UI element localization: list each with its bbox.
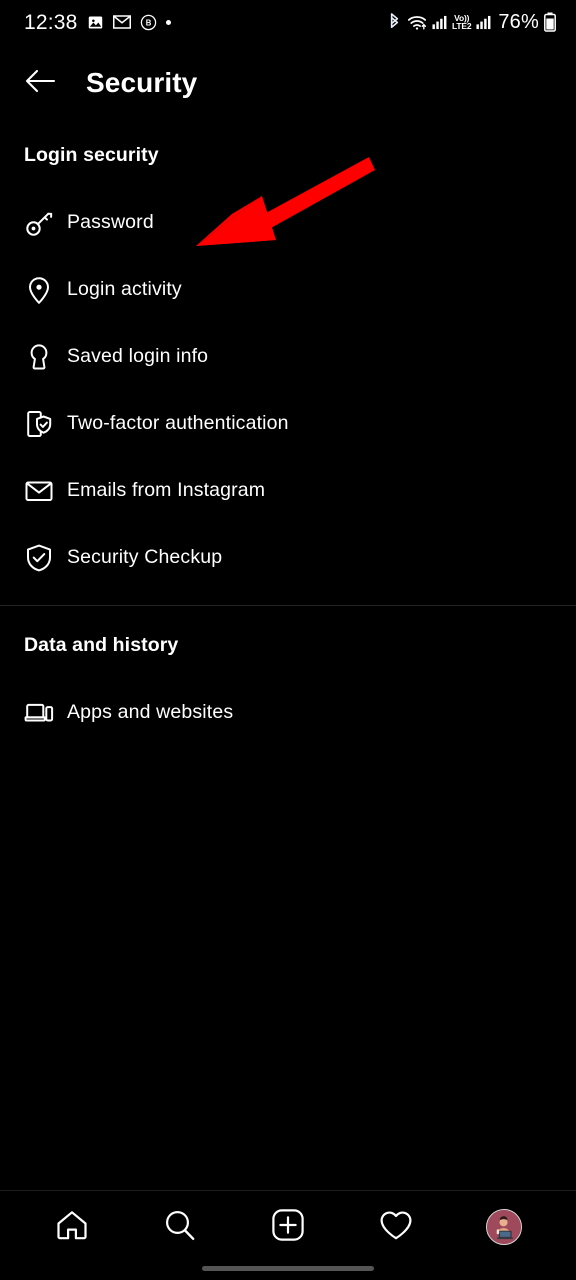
lte2-label: LTE2 xyxy=(452,21,472,31)
nav-activity-button[interactable] xyxy=(366,1197,426,1257)
envelope-icon xyxy=(24,476,54,506)
nav-home-button[interactable] xyxy=(42,1197,102,1257)
sidebar-item-login-activity[interactable]: Login activity xyxy=(0,256,576,323)
bottom-navigation-bar xyxy=(0,1190,576,1280)
volte-lte2-icon: Vo)) LTE2 xyxy=(452,14,472,31)
status-bar-clock: 12:38 xyxy=(24,10,78,34)
back-arrow-icon xyxy=(24,68,56,99)
sidebar-item-label: Two-factor authentication xyxy=(67,412,289,434)
heart-icon xyxy=(379,1209,413,1246)
sidebar-item-saved-login-info[interactable]: Saved login info xyxy=(0,323,576,390)
circled-b-icon: B xyxy=(140,14,157,31)
add-post-icon xyxy=(271,1208,305,1247)
status-bar-right: Vo)) LTE2 76% xyxy=(387,11,556,34)
sidebar-item-password[interactable]: Password xyxy=(0,189,576,256)
search-icon xyxy=(163,1208,197,1247)
wifi-icon xyxy=(407,14,427,31)
home-indicator xyxy=(202,1266,374,1271)
nav-search-button[interactable] xyxy=(150,1197,210,1257)
dot-icon xyxy=(165,19,171,25)
keyhole-icon xyxy=(24,342,54,372)
sidebar-item-label: Saved login info xyxy=(67,345,209,367)
section-title-data-and-history: Data and history xyxy=(24,634,179,656)
signal-bars-icon xyxy=(432,15,447,30)
section-data-and-history: Data and history Apps and websites xyxy=(0,605,576,746)
back-button[interactable] xyxy=(12,55,68,111)
home-icon xyxy=(55,1208,89,1247)
mail-icon xyxy=(112,15,131,29)
nav-profile-button[interactable] xyxy=(474,1197,534,1257)
status-bar-left: 12:38 B xyxy=(24,12,171,33)
sidebar-item-label: Login activity xyxy=(67,278,182,300)
sidebar-item-two-factor-authentication[interactable]: Two-factor authentication xyxy=(0,390,576,457)
location-pin-icon xyxy=(24,275,54,305)
bluetooth-icon xyxy=(387,12,402,32)
sidebar-item-security-checkup[interactable]: Security Checkup xyxy=(0,524,576,591)
battery-percent-label: 76% xyxy=(498,10,539,33)
photos-icon xyxy=(87,14,104,31)
page-title: Security xyxy=(86,67,198,98)
security-settings-screen: 12:38 B Vo)) LTE2 76% Security Login sec… xyxy=(0,0,576,1280)
settings-list: Login security Password Login activity S… xyxy=(0,122,576,746)
sidebar-item-label: Emails from Instagram xyxy=(67,479,266,501)
nav-create-button[interactable] xyxy=(258,1197,318,1257)
profile-avatar xyxy=(486,1209,522,1245)
section-title-login-security: Login security xyxy=(24,144,159,166)
signal-bars-2-icon xyxy=(476,15,491,30)
sidebar-item-apps-and-websites[interactable]: Apps and websites xyxy=(0,679,576,746)
shield-check-icon xyxy=(24,543,54,573)
sidebar-item-label: Apps and websites xyxy=(67,701,234,723)
sidebar-item-emails-from-instagram[interactable]: Emails from Instagram xyxy=(0,457,576,524)
laptop-phone-icon xyxy=(24,698,54,728)
section-login-security: Login security Password Login activity S… xyxy=(0,122,576,591)
sidebar-item-label: Security Checkup xyxy=(67,546,223,568)
key-icon xyxy=(24,208,54,238)
page-header: Security xyxy=(0,44,576,122)
status-bar: 12:38 B Vo)) LTE2 76% xyxy=(0,0,576,44)
svg-text:B: B xyxy=(145,18,151,27)
sidebar-item-label: Password xyxy=(67,211,154,233)
battery-icon xyxy=(544,12,556,32)
shield-phone-check-icon xyxy=(24,409,54,439)
